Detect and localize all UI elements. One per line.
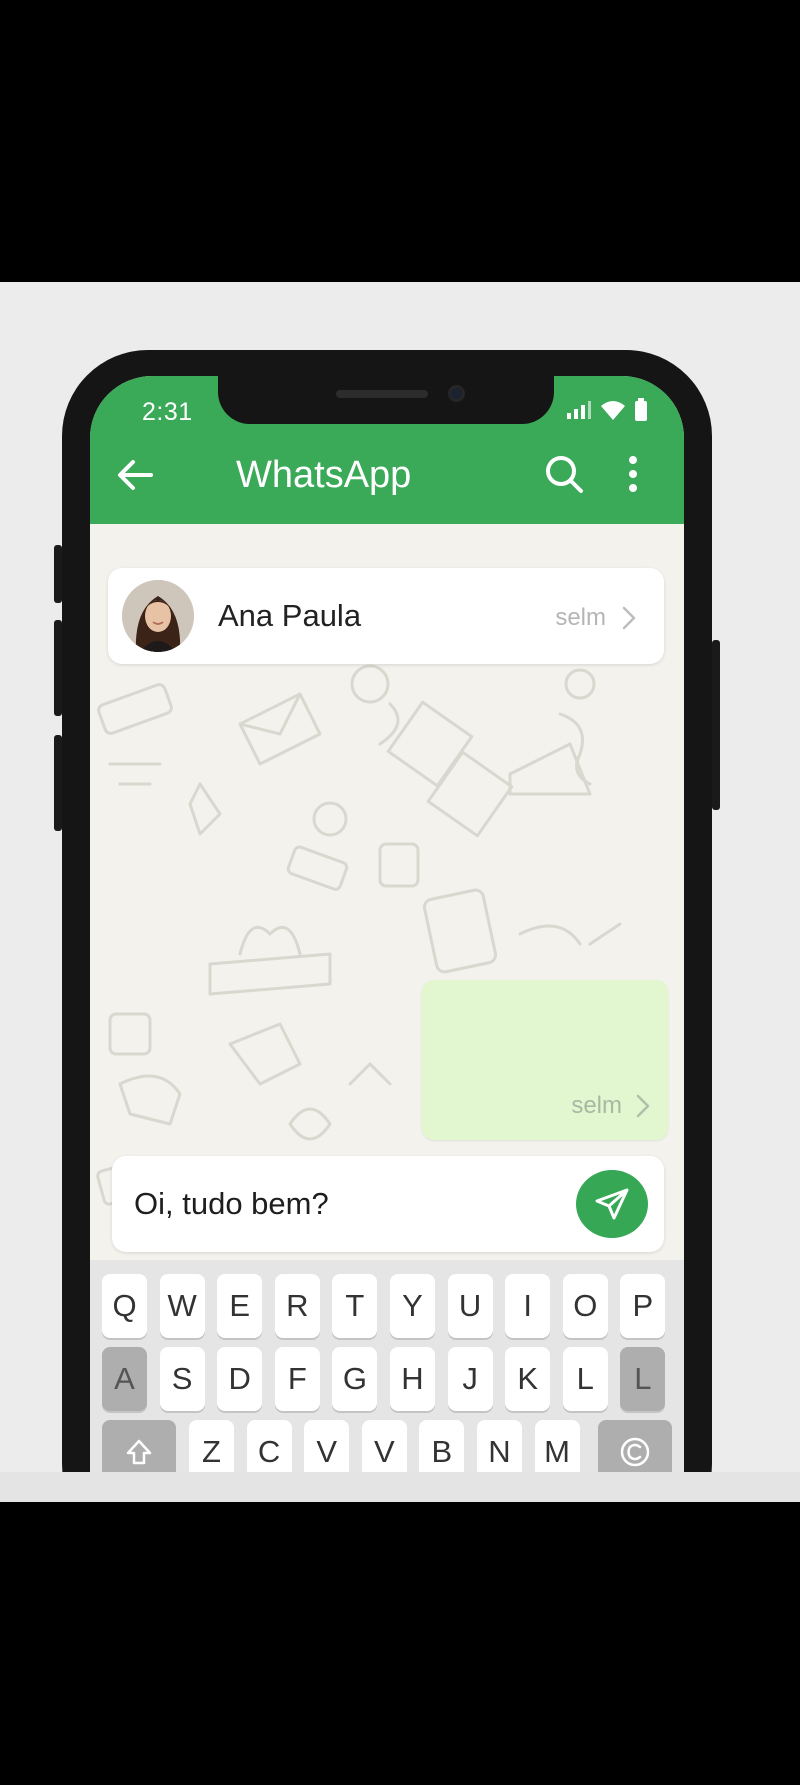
avatar[interactable] [122,580,194,652]
message-input[interactable] [134,1184,534,1224]
contact-meta: selm [555,604,636,632]
search-button[interactable] [540,450,588,498]
key-k[interactable]: K [505,1347,551,1411]
chevron-right-icon [636,1094,650,1118]
menu-button[interactable] [618,450,648,498]
phone-notch [218,376,554,424]
key-e[interactable]: E [217,1274,263,1338]
key-i[interactable]: I [505,1274,551,1338]
message-composer [112,1156,664,1252]
stage-background: 2:31 WhatsApp Ana Paula selm selm Oi, tu… [0,282,800,1502]
search-icon [546,456,583,493]
keyboard: QWERTYUIOPASDFGHJKLLZCVVBNM [90,1260,684,1502]
contact-name: Ana Paula [218,598,362,633]
key-w[interactable]: W [159,1274,205,1338]
arrow-left-icon [118,460,153,490]
key-j[interactable]: J [447,1347,493,1411]
app-header: 2:31 WhatsApp [90,376,684,524]
key-p[interactable]: P [620,1274,666,1338]
shift-icon [126,1439,152,1465]
app-title: WhatsApp [236,454,412,496]
message-meta: selm [571,1092,650,1120]
send-button[interactable] [576,1170,648,1238]
back-button[interactable] [112,452,158,498]
key-f[interactable]: F [274,1347,320,1411]
outgoing-message-bubble[interactable]: selm [422,980,668,1140]
status-icons [566,398,648,422]
key-l[interactable]: L [562,1347,608,1411]
signal-icon [567,401,591,419]
key-a[interactable]: A [102,1347,147,1411]
phone-frame: 2:31 WhatsApp Ana Paula selm selm Oi, tu… [54,350,720,1502]
key-l[interactable]: L [620,1347,666,1411]
message-meta-text: selm [571,1092,622,1119]
contact-photo [122,580,194,652]
phone-volume-down [54,735,62,831]
phone-volume-up [54,620,62,716]
key-h[interactable]: H [390,1347,435,1411]
backspace-icon [620,1437,650,1467]
phone-screen: 2:31 WhatsApp Ana Paula selm selm Oi, tu… [90,376,684,1502]
key-q[interactable]: Q [102,1274,147,1338]
front-camera [448,385,465,402]
key-r[interactable]: R [274,1274,320,1338]
key-g[interactable]: G [332,1347,378,1411]
key-o[interactable]: O [562,1274,608,1338]
contact-meta-text: selm [555,604,606,631]
phone-side-button [54,545,62,603]
key-t[interactable]: T [332,1274,378,1338]
stage-bottom-strip [0,1472,800,1502]
chevron-right-icon [622,606,636,630]
key-u[interactable]: U [447,1274,493,1338]
send-icon [595,1188,629,1220]
key-s[interactable]: S [159,1347,205,1411]
key-y[interactable]: Y [390,1274,435,1338]
key-d[interactable]: D [217,1347,263,1411]
contact-card[interactable]: Ana Paula selm [108,568,664,664]
wifi-icon [601,401,625,420]
status-time: 2:31 [142,398,193,426]
battery-icon [635,398,647,421]
speaker-grille [336,390,428,398]
phone-power-button [712,640,720,810]
more-vertical-icon [629,456,637,492]
